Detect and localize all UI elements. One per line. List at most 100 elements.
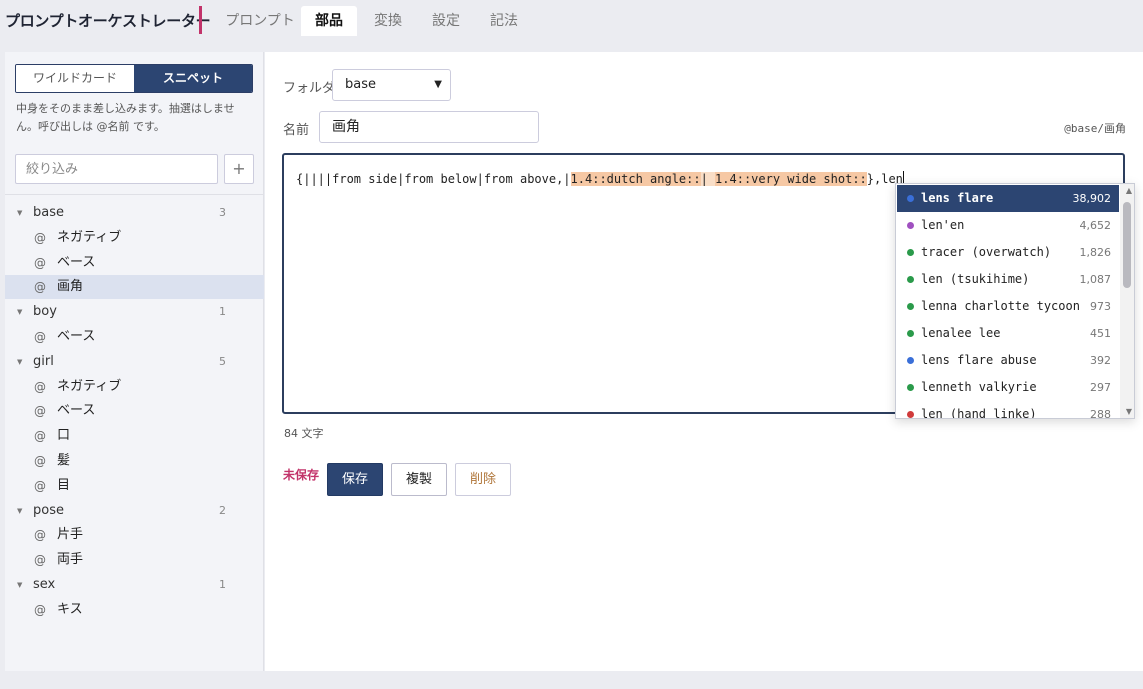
tab-convert[interactable]: 変換 [360, 6, 416, 36]
autocomplete-item-count: 288 [1090, 408, 1111, 419]
tag-category-dot [907, 276, 914, 283]
name-input[interactable]: 画角 [319, 111, 539, 143]
at-icon: @ [34, 602, 46, 617]
snippet-item[interactable]: @ ベース [5, 251, 264, 275]
autocomplete-item-label: lens flare abuse [921, 353, 1037, 367]
autocomplete-item[interactable]: lenalee lee 451 [897, 320, 1119, 347]
app-title: プロンプトオーケストレーター [5, 12, 211, 30]
chevron-down-icon: ▼ [434, 79, 442, 90]
folder-count: 2 [219, 503, 226, 517]
folder-name: sex [33, 577, 56, 592]
tag-category-dot [907, 195, 914, 202]
autocomplete-item-label: tracer (overwatch) [921, 245, 1052, 259]
text-segment: | [700, 172, 716, 186]
folder-name: girl [33, 353, 54, 369]
autocomplete-item[interactable]: lens flare 38,902 [897, 185, 1119, 212]
snippet-item-label: 片手 [57, 527, 84, 543]
autocomplete-item-count: 38,902 [1072, 192, 1112, 205]
tab-settings[interactable]: 設定 [418, 6, 474, 36]
at-icon: @ [34, 553, 46, 568]
caret-down-icon[interactable]: ▼ [17, 499, 22, 523]
folder-row-base[interactable]: ▼ base 3 [5, 201, 264, 225]
caret-down-icon[interactable]: ▼ [17, 573, 22, 597]
caret-down-icon[interactable]: ▼ [17, 350, 22, 374]
snippet-item[interactable]: @ 両手 [5, 548, 264, 572]
snippet-item[interactable]: @ 画角 [5, 275, 264, 300]
autocomplete-item[interactable]: len'en 4,652 [897, 212, 1119, 239]
at-icon: @ [34, 230, 46, 245]
snippet-item[interactable]: @ 目 [5, 474, 264, 498]
folder-row-girl[interactable]: ▼ girl 5 [5, 350, 264, 374]
folder-count: 1 [219, 305, 226, 319]
folder-label: フォルダ [283, 81, 336, 96]
tab-prompt[interactable]: プロンプト [220, 6, 300, 36]
autocomplete-item-label: lenneth valkyrie [921, 380, 1037, 394]
autocomplete-item[interactable]: len (tsukihime) 1,087 [897, 266, 1119, 293]
snippet-item[interactable]: @ ベース [5, 325, 264, 349]
snippet-path: @base/画角 [1064, 122, 1126, 135]
snippet-item-label: ベース [57, 403, 96, 419]
snippet-item-label: ベース [57, 329, 96, 344]
at-icon: @ [34, 330, 46, 344]
char-count: 84 文字 [284, 427, 324, 440]
snippet-item[interactable]: @ ネガティブ [5, 226, 264, 250]
snippet-item-label: 両手 [57, 552, 84, 568]
folder-row-boy[interactable]: ▼ boy 1 [5, 300, 264, 324]
app-header: プロンプトオーケストレーター プロンプト 部品 変換 設定 記法 [0, 0, 1143, 42]
tag-category-dot [907, 384, 914, 391]
scroll-down-icon[interactable]: ▼ [1126, 407, 1132, 416]
snippet-item[interactable]: @ ネガティブ [5, 375, 264, 399]
folder-name: base [33, 205, 64, 220]
add-snippet-button[interactable]: + [224, 154, 254, 184]
snippet-item-label: 画角 [57, 279, 84, 295]
autocomplete-item-count: 297 [1090, 381, 1111, 394]
snippet-item[interactable]: @ キス [5, 598, 264, 622]
autocomplete-popup: lens flare 38,902 len'en 4,652 tracer (overw… [895, 183, 1135, 419]
autocomplete-item-count: 1,087 [1079, 273, 1112, 286]
autocomplete-item[interactable]: lenneth valkyrie 297 [897, 374, 1119, 401]
autocomplete-item[interactable]: tracer (overwatch) 1,826 [897, 239, 1119, 266]
autocomplete-item-label: len'en [921, 218, 965, 232]
weight-highlight: 1.4::dutch angle:: [570, 172, 701, 186]
scroll-thumb[interactable] [1123, 202, 1131, 288]
autocomplete-item-label: lens flare [921, 191, 994, 205]
autocomplete-item-label: lenna charlotte tycoon [921, 299, 1080, 313]
snippet-hint: 中身をそのまま差し込みます。抽選はしません。呼び出しは @名前 です。 [16, 102, 235, 133]
snippet-tab[interactable]: スニペット [134, 65, 252, 92]
delete-button[interactable]: 削除 [455, 463, 511, 496]
wildcard-tab[interactable]: ワイルドカード [16, 65, 134, 92]
tab-notation[interactable]: 記法 [476, 6, 532, 36]
snippet-item[interactable]: @ 髪 [5, 449, 264, 473]
name-label: 名前 [283, 123, 310, 138]
snippet-item[interactable]: @ 口 [5, 424, 264, 448]
autocomplete-item[interactable]: lens flare abuse 392 [897, 347, 1119, 374]
folder-count: 5 [219, 354, 226, 368]
tag-category-dot [907, 357, 914, 364]
autocomplete-scrollbar[interactable]: ▲ ▼ [1120, 184, 1134, 418]
tag-category-dot [907, 222, 914, 229]
scroll-up-icon[interactable]: ▲ [1126, 186, 1132, 195]
autocomplete-item-count: 451 [1090, 327, 1111, 340]
autocomplete-item[interactable]: lenna charlotte tycoon 973 [897, 293, 1119, 320]
tag-category-dot [907, 249, 914, 256]
autocomplete-item-label: len (hand linke) [921, 407, 1037, 419]
snippet-item[interactable]: @ 片手 [5, 523, 264, 547]
mode-toggle: ワイルドカード スニペット [15, 64, 253, 93]
unsaved-indicator: 未保存 [283, 468, 320, 482]
folder-row-sex[interactable]: ▼ sex 1 [5, 573, 264, 597]
at-icon: @ [34, 478, 46, 493]
caret-down-icon[interactable]: ▼ [17, 201, 22, 225]
editor-content: {||||from side|from below|from above,|1.… [296, 171, 904, 186]
duplicate-button[interactable]: 複製 [391, 463, 447, 496]
autocomplete-item[interactable]: len (hand linke) 288 [897, 401, 1119, 419]
filter-input[interactable] [15, 154, 218, 184]
snippet-item-label: ネガティブ [57, 378, 122, 394]
folder-select[interactable]: base ▼ [332, 69, 451, 101]
save-button[interactable]: 保存 [327, 463, 383, 496]
snippet-item[interactable]: @ ベース [5, 399, 264, 423]
caret-down-icon[interactable]: ▼ [17, 300, 22, 324]
tab-parts[interactable]: 部品 [301, 6, 357, 36]
tag-category-dot [907, 411, 914, 418]
folder-select-value: base [345, 77, 376, 92]
folder-row-pose[interactable]: ▼ pose 2 [5, 499, 264, 523]
